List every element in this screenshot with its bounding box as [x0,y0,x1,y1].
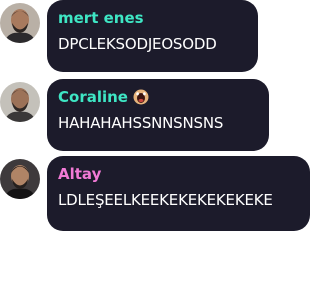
chat-message: Altay LDLEŞEELKEEKEKEKEKEKEKE [0,156,320,232]
author-name[interactable]: mert enes [58,9,247,27]
screaming-face-icon [133,89,149,105]
message-bubble: Altay LDLEŞEELKEEKEKEKEKEKEKE [47,156,310,231]
chat-message: Coraline HAHAHAHSSNNSNSNS [0,79,320,154]
chat-message-list: mert enes DPCLEKSODJEOSODD Coraline HAHA… [0,0,320,282]
message-bubble: mert enes DPCLEKSODJEOSODD [47,0,258,72]
message-text: DPCLEKSODJEOSODD [58,35,217,53]
avatar[interactable] [0,3,40,43]
author-name-text: Coraline [58,88,128,106]
message-text: HAHAHAHSSNNSNSNS [58,114,224,132]
avatar[interactable] [0,82,40,122]
author-name[interactable]: Coraline [58,88,258,106]
avatar[interactable] [0,159,40,199]
chat-message: mert enes DPCLEKSODJEOSODD [0,0,320,80]
message-bubble: Coraline HAHAHAHSSNNSNSNS [47,79,269,151]
message-text: LDLEŞEELKEEKEKEKEKEKEKE [58,191,273,209]
author-name[interactable]: Altay [58,165,299,183]
